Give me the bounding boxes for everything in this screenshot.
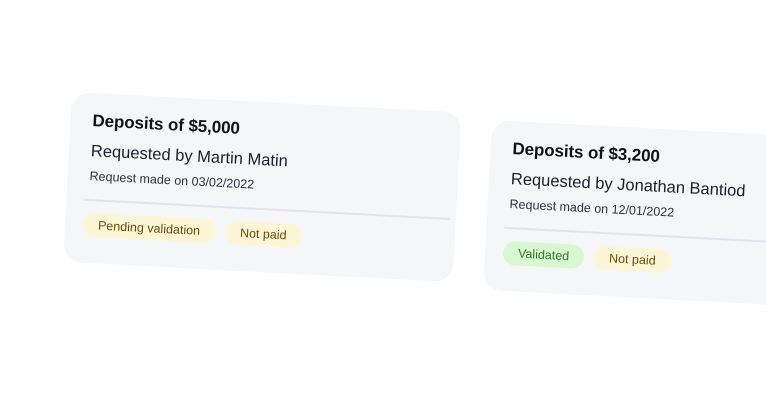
deposit-cards-stage: Deposits of $5,000 Requested by Martin M… — [0, 0, 766, 400]
deposit-card[interactable]: Deposits of $5,000 Requested by Martin M… — [63, 92, 462, 283]
request-date: Request made on 12/01/2022 — [509, 197, 675, 220]
status-badge-pending-validation: Pending validation — [82, 212, 216, 244]
status-badges: Pending validation Not paid — [82, 212, 435, 255]
status-badge-validated: Validated — [502, 240, 585, 269]
status-badges: Validated Not paid — [502, 240, 766, 283]
deposit-card[interactable]: Deposits of $3,200 Requested by Jonathan… — [483, 120, 766, 311]
status-badge-not-paid: Not paid — [593, 245, 672, 274]
deposit-amount-title: Deposits of $5,000 — [92, 111, 241, 138]
status-badge-not-paid: Not paid — [224, 219, 303, 249]
